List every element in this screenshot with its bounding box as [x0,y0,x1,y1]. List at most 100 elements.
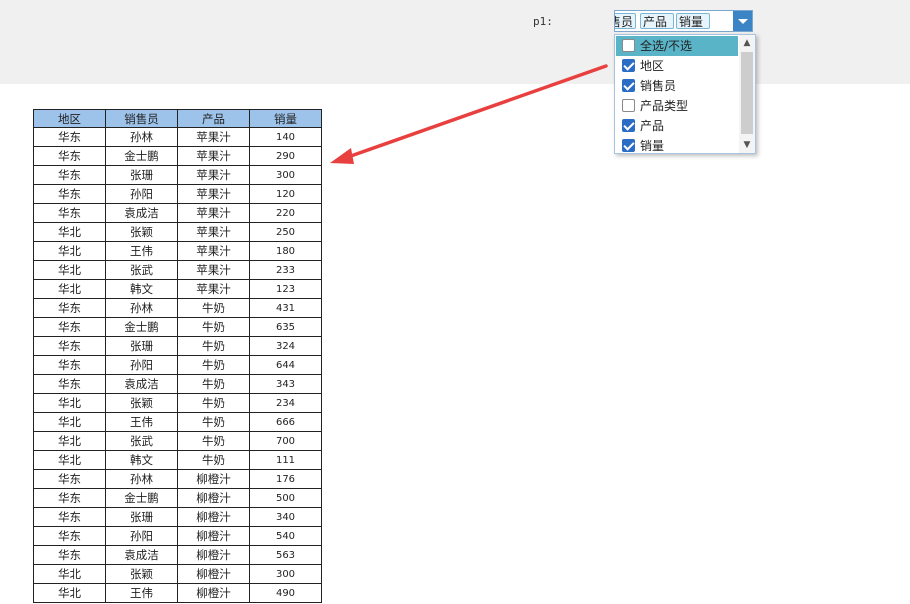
checkbox[interactable] [622,99,635,112]
table-row: 华东 张珊 柳橙汁 340 [33,507,322,527]
cell-product: 苹果汁 [177,222,250,242]
cell-product: 柳橙汁 [177,507,250,527]
multi-select-combo[interactable]: 售员 产品 销量 [614,10,753,32]
selected-chips: 售员 产品 销量 [615,11,735,31]
param-label: p1: [533,15,553,28]
option-label: 销售员 [640,79,677,93]
cell-sales: 700 [249,431,322,451]
cell-salesperson: 孙阳 [105,355,178,375]
cell-region: 华东 [33,488,106,508]
chip-sales[interactable]: 销量 [676,13,710,29]
chip-salesperson[interactable]: 售员 [615,13,636,29]
cell-region: 华北 [33,393,106,413]
chip-product[interactable]: 产品 [640,13,674,29]
cell-salesperson: 张珊 [105,165,178,185]
cell-salesperson: 袁成洁 [105,545,178,565]
dropdown-toggle-button[interactable] [733,11,752,31]
cell-sales: 324 [249,336,322,356]
option-region[interactable]: 地区 [616,56,738,76]
cell-sales: 563 [249,545,322,565]
cell-sales: 300 [249,564,322,584]
dropdown-scrollbar[interactable]: ▲ ▼ [739,35,755,153]
cell-salesperson: 张颖 [105,222,178,242]
cell-product: 苹果汁 [177,279,250,299]
table-row: 华东 金士鹏 牛奶 635 [33,317,322,337]
cell-region: 华北 [33,583,106,603]
cell-sales: 233 [249,260,322,280]
dropdown-list: 全选/不选 地区 销售员 产品类型 产品 销量 ▲ ▼ [614,34,756,154]
option-product-type[interactable]: 产品类型 [616,96,738,116]
cell-salesperson: 张珊 [105,507,178,527]
option-sales[interactable]: 销量 [616,136,738,153]
cell-region: 华东 [33,336,106,356]
table-row: 华东 孙林 牛奶 431 [33,298,322,318]
scroll-down-icon[interactable]: ▼ [739,137,755,153]
column-header-salesperson: 销售员 [105,109,178,128]
cell-region: 华东 [33,165,106,185]
checkbox[interactable] [622,119,635,132]
cell-product: 牛奶 [177,298,250,318]
table-row: 华北 张武 牛奶 700 [33,431,322,451]
table-row: 华北 张颖 牛奶 234 [33,393,322,413]
scroll-up-icon[interactable]: ▲ [739,35,755,51]
cell-product: 苹果汁 [177,241,250,261]
cell-product: 牛奶 [177,431,250,451]
cell-sales: 111 [249,450,322,470]
table-row: 华东 金士鹏 柳橙汁 500 [33,488,322,508]
option-salesperson[interactable]: 销售员 [616,76,738,96]
checkbox[interactable] [622,39,635,52]
cell-product: 牛奶 [177,317,250,337]
cell-sales: 290 [249,146,322,166]
checkbox[interactable] [622,79,635,92]
cell-salesperson: 王伟 [105,583,178,603]
cell-region: 华东 [33,203,106,223]
cell-sales: 666 [249,412,322,432]
cell-sales: 540 [249,526,322,546]
table-row: 华东 金士鹏 苹果汁 290 [33,146,322,166]
cell-product: 柳橙汁 [177,545,250,565]
table-row: 华东 孙阳 柳橙汁 540 [33,526,322,546]
table-row: 华东 孙阳 牛奶 644 [33,355,322,375]
table-row: 华东 袁成洁 牛奶 343 [33,374,322,394]
table-row: 华东 孙林 柳橙汁 176 [33,469,322,489]
table-row: 华东 张珊 牛奶 324 [33,336,322,356]
cell-salesperson: 金士鹏 [105,317,178,337]
table-row: 华北 张颖 柳橙汁 300 [33,564,322,584]
option-label: 全选/不选 [640,39,693,53]
cell-sales: 300 [249,165,322,185]
scrollbar-thumb[interactable] [741,52,753,134]
cell-salesperson: 张武 [105,431,178,451]
checkbox[interactable] [622,59,635,72]
option-product[interactable]: 产品 [616,116,738,136]
cell-sales: 431 [249,298,322,318]
cell-sales: 500 [249,488,322,508]
cell-salesperson: 袁成洁 [105,374,178,394]
cell-sales: 220 [249,203,322,223]
cell-salesperson: 张颖 [105,564,178,584]
chevron-down-icon [738,19,748,24]
cell-region: 华北 [33,279,106,299]
cell-region: 华东 [33,317,106,337]
cell-region: 华东 [33,469,106,489]
cell-region: 华北 [33,241,106,261]
table-row: 华北 张颖 苹果汁 250 [33,222,322,242]
table-row: 华北 韩文 苹果汁 123 [33,279,322,299]
cell-salesperson: 张颖 [105,393,178,413]
column-header-product: 产品 [177,109,250,128]
cell-region: 华东 [33,184,106,204]
cell-salesperson: 孙阳 [105,526,178,546]
cell-sales: 644 [249,355,322,375]
cell-product: 牛奶 [177,374,250,394]
cell-salesperson: 金士鹏 [105,146,178,166]
table-header-row: 地区 销售员 产品 销量 [33,109,322,128]
cell-sales: 234 [249,393,322,413]
cell-sales: 123 [249,279,322,299]
table-row: 华东 袁成洁 柳橙汁 563 [33,545,322,565]
option-label: 产品 [640,119,665,133]
cell-sales: 490 [249,583,322,603]
option-select-all[interactable]: 全选/不选 [616,36,738,56]
cell-product: 苹果汁 [177,165,250,185]
cell-region: 华东 [33,146,106,166]
checkbox[interactable] [622,139,635,152]
cell-salesperson: 孙阳 [105,184,178,204]
